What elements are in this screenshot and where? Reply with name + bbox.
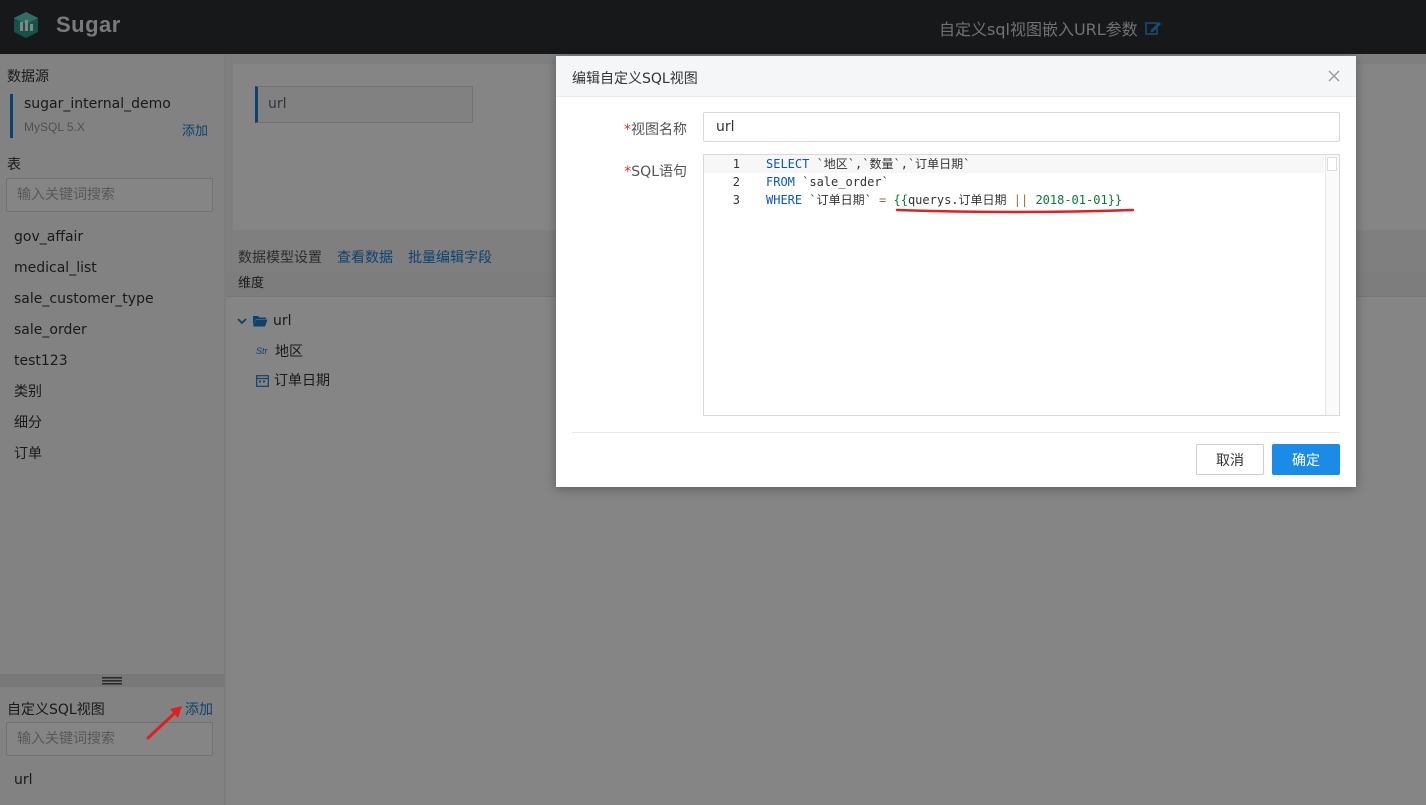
template-brace: {{ <box>886 193 908 207</box>
dialog-title: 编辑自定义SQL视图 <box>572 71 698 87</box>
sql-keyword: WHERE <box>766 193 803 207</box>
required-mark: * <box>624 122 631 138</box>
annotation-arrow-icon <box>146 706 182 740</box>
editor-scrollbar[interactable] <box>1325 155 1339 415</box>
template-brace: }} <box>1107 193 1123 207</box>
line-number: 1 <box>732 157 740 171</box>
dialog-divider <box>572 432 1340 433</box>
sql-text: `sale_order` <box>794 175 889 189</box>
view-name-label-text: 视图名称 <box>631 122 687 138</box>
line-number: 2 <box>732 175 740 189</box>
confirm-button[interactable]: 确定 <box>1272 444 1340 475</box>
sql-label: *SQL语句 <box>624 161 687 181</box>
line-number: 3 <box>732 193 740 207</box>
sql-operator: || <box>1006 193 1036 207</box>
default-date: 2018-01-01 <box>1035 193 1108 207</box>
sql-keyword: FROM <box>766 175 795 189</box>
sql-label-text: SQL语句 <box>631 164 687 180</box>
edit-sql-view-dialog: 编辑自定义SQL视图 *视图名称 *SQL语句 1 SELECT `地区`,`数… <box>556 56 1356 487</box>
close-icon[interactable] <box>1328 70 1340 82</box>
view-name-label: *视图名称 <box>624 119 687 139</box>
dialog-header: 编辑自定义SQL视图 <box>556 56 1356 97</box>
sql-text: `地区`,`数量`,`订单日期` <box>809 157 971 171</box>
code-line: 1 SELECT `地区`,`数量`,`订单日期` <box>704 155 1324 173</box>
sql-text: `订单日期` <box>802 193 880 207</box>
code-line: 2 FROM `sale_order` <box>704 173 1324 191</box>
view-name-field[interactable] <box>703 112 1340 142</box>
sql-code-editor[interactable]: 1 SELECT `地区`,`数量`,`订单日期` 2 FROM `sale_o… <box>703 154 1340 416</box>
cancel-button[interactable]: 取消 <box>1196 444 1264 475</box>
annotation-underline-icon <box>895 208 1135 214</box>
sql-keyword: SELECT <box>766 157 810 171</box>
url-param: querys.订单日期 <box>907 193 1007 207</box>
scrollbar-thumb[interactable] <box>1327 157 1337 171</box>
